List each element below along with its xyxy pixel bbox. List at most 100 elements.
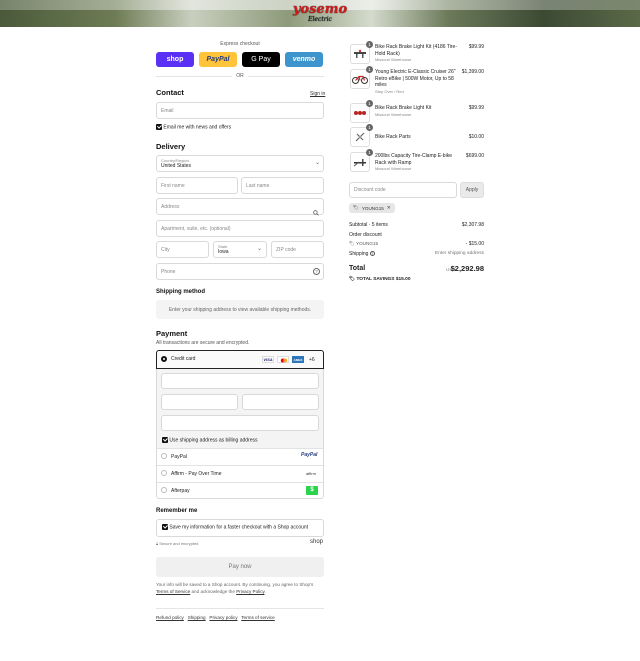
paypal-button[interactable]: PayPal: [199, 52, 237, 67]
payment-heading: Payment: [156, 329, 188, 338]
cart-item-price: $10.00: [468, 134, 484, 140]
shop-pay-label: shop: [166, 56, 184, 63]
afterpay-radio[interactable]: [161, 487, 167, 493]
logo-subtext: Electric: [308, 16, 332, 23]
card-number-field[interactable]: [161, 373, 319, 389]
paypal-logo-icon: PayPal: [301, 452, 318, 458]
ebike-icon: [352, 75, 368, 84]
afterpay-option-label[interactable]: Afterpay: [171, 488, 190, 494]
security-code-field[interactable]: [242, 394, 319, 410]
cart-item-price: $99.99: [468, 44, 484, 50]
cart-item-variant: Missouri Warehouse: [375, 111, 412, 117]
google-pay-label: G Pay: [251, 56, 271, 63]
first-name-placeholder: First name: [161, 182, 185, 189]
delivery-heading: Delivery: [156, 142, 186, 151]
cart-item-thumbnail: 1: [350, 41, 373, 64]
billing-checkbox-row[interactable]: Use shipping address as billing address: [162, 437, 258, 443]
more-cards-label: +6: [309, 357, 315, 363]
shipping-method-placeholder: Enter your shipping address to view avai…: [156, 300, 324, 319]
search-icon: [313, 203, 319, 221]
cart-item-price: $99.99: [468, 105, 484, 111]
discount-placeholder: Discount code: [354, 187, 386, 193]
credit-card-radio[interactable]: [161, 356, 167, 362]
discount-tag: 🏷︎ YOUNG15 ✕: [349, 203, 395, 213]
remember-checkbox-row[interactable]: Save my information for a faster checkou…: [162, 524, 308, 530]
last-name-field[interactable]: Last name: [241, 177, 324, 194]
parts-icon: [355, 132, 365, 142]
footer-divider: [156, 608, 324, 609]
tag-icon: 🏷︎: [349, 277, 356, 282]
shop-pay-button[interactable]: shop: [156, 52, 194, 67]
cart-item-thumbnail: 1: [350, 149, 373, 172]
apply-button[interactable]: Apply: [460, 182, 484, 198]
discount-tag-code: YOUNG15: [361, 205, 384, 211]
quantity-badge: 1: [366, 66, 373, 73]
zip-field[interactable]: ZIP code: [271, 241, 324, 258]
shop-privacy-link[interactable]: Privacy Policy: [236, 589, 264, 594]
google-pay-button[interactable]: G Pay: [242, 52, 280, 67]
city-field[interactable]: City: [156, 241, 209, 258]
first-name-field[interactable]: First name: [156, 177, 238, 194]
shipping-link[interactable]: Shipping: [188, 615, 206, 620]
paypal-option-label[interactable]: PayPal: [171, 454, 187, 460]
phone-field[interactable]: Phone: [156, 263, 324, 280]
hero-banner: yosemo Electric: [0, 0, 640, 27]
privacy-policy-link[interactable]: Privacy policy: [209, 615, 237, 620]
info-icon[interactable]: ?: [369, 251, 375, 256]
order-discount-code: 🏷︎ YOUNG15: [349, 241, 378, 247]
help-icon[interactable]: ?: [313, 268, 320, 275]
state-chevron-icon: ⌄: [257, 246, 263, 252]
discount-code-field[interactable]: Discount code: [349, 182, 457, 198]
pay-now-button[interactable]: Pay now: [156, 557, 324, 577]
quantity-badge: 1: [366, 124, 373, 131]
venmo-button[interactable]: venmo: [285, 52, 323, 67]
divider: [157, 482, 323, 483]
email-placeholder: Email: [161, 107, 174, 114]
news-checkbox[interactable]: [156, 124, 162, 130]
lock-icon: 🔒︎: [156, 541, 159, 546]
country-select[interactable]: Country/Region United States: [156, 155, 324, 172]
refund-policy-link[interactable]: Refund policy: [156, 615, 184, 620]
sign-in-link[interactable]: Sign in: [310, 91, 325, 97]
quantity-badge: 1: [366, 100, 373, 107]
cart-item-title: 200lbs Capacity Tire-Clamp E-bike Rack w…: [375, 153, 452, 166]
legal-text: Your info will be saved to a Shop accoun…: [156, 581, 324, 595]
state-value: Iowa: [218, 249, 229, 255]
zip-placeholder: ZIP code: [276, 246, 296, 253]
shop-terms-link[interactable]: Terms of Service: [156, 589, 190, 594]
expiration-field[interactable]: [161, 394, 238, 410]
billing-label: Use shipping address as billing address: [169, 437, 258, 444]
remember-label: Save my information for a faster checkou…: [169, 524, 309, 531]
country-chevron-icon: ⌄: [315, 160, 321, 166]
shipping-method-heading: Shipping method: [156, 289, 205, 295]
cart-item-price: $699.00: [465, 153, 484, 159]
remove-discount-icon[interactable]: ✕: [387, 205, 391, 211]
cart-item-title: Bike Rack Parts: [375, 134, 411, 140]
paypal-radio[interactable]: [161, 453, 167, 459]
secure-row: 🔒︎ Secure and encrypted: [156, 541, 198, 546]
name-on-card-field[interactable]: [161, 415, 319, 431]
total-value: $2,292.98: [450, 264, 484, 273]
venmo-label: venmo: [292, 56, 316, 63]
address-field[interactable]: Address: [156, 198, 324, 215]
secure-label: Secure and encrypted: [159, 541, 199, 546]
news-checkbox-row[interactable]: Email me with news and offers: [156, 124, 231, 130]
logo-text: yosemo: [292, 2, 348, 17]
affirm-radio[interactable]: [161, 470, 167, 476]
email-field[interactable]: Email: [156, 102, 324, 119]
brand-logo[interactable]: yosemo Electric: [290, 3, 350, 23]
terms-of-service-link[interactable]: Terms of service: [241, 615, 274, 620]
divider: [157, 465, 323, 466]
footer-links: Refund policy Shipping Privacy policy Te…: [156, 615, 275, 620]
remember-checkbox[interactable]: [162, 524, 168, 530]
billing-checkbox[interactable]: [162, 437, 168, 443]
brake-light-icon: [354, 111, 366, 115]
affirm-option-label[interactable]: Affirm - Pay Over Time: [171, 471, 221, 477]
divider: [157, 448, 323, 449]
total-savings-label: TOTAL SAVINGS: [356, 277, 395, 282]
cart-item-variant: Missouri Warehouse: [375, 57, 412, 62]
quantity-badge: 1: [366, 149, 373, 156]
apartment-field[interactable]: Apartment, suite, etc. (optional): [156, 220, 324, 237]
shipping-value: Enter shipping address: [434, 251, 484, 256]
tag-icon: 🏷︎: [353, 205, 359, 210]
